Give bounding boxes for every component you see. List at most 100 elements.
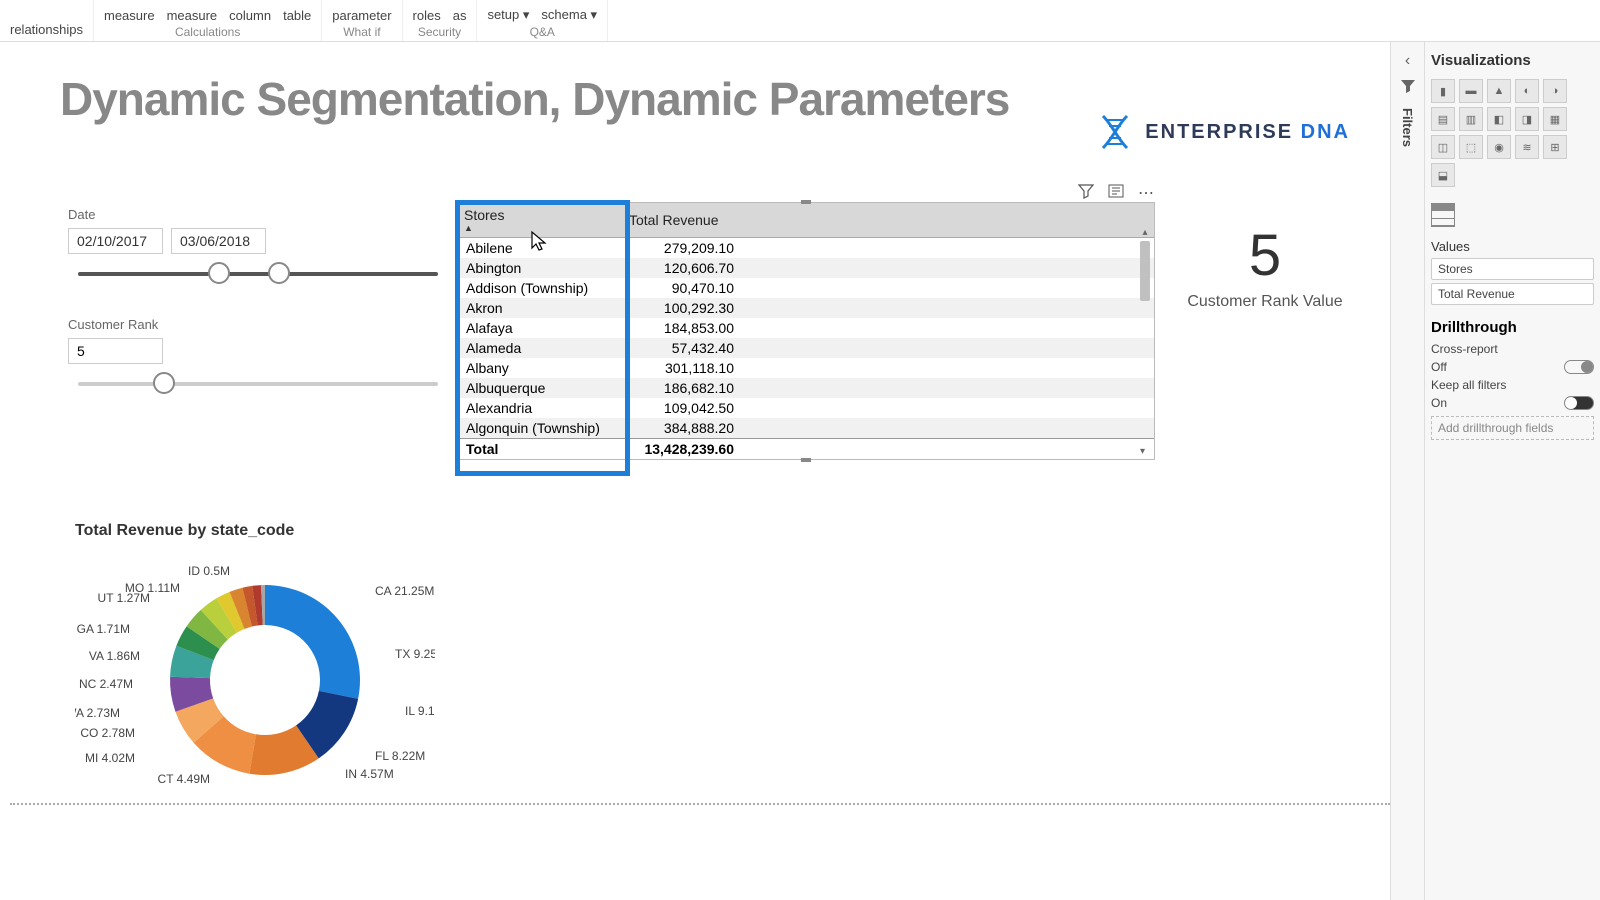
card-value: 5 <box>1180 222 1350 289</box>
off-label: Off <box>1431 360 1447 374</box>
filters-label: Filters <box>1400 108 1415 147</box>
date-to-input[interactable]: 03/06/2018 <box>171 228 266 254</box>
ribbon-column[interactable]: column <box>229 8 271 23</box>
field-well-stores[interactable]: Stores <box>1431 258 1594 280</box>
cross-report-toggle[interactable] <box>1564 360 1594 374</box>
ribbon-view-as[interactable]: as <box>453 8 467 23</box>
date-slider-track[interactable] <box>78 272 438 276</box>
donut-slice-label: MO 1.11M <box>125 581 180 595</box>
viz-type-icon[interactable]: ⬓ <box>1431 163 1455 187</box>
table-row[interactable]: Abilene279,209.10 <box>456 238 1154 259</box>
ribbon-roles[interactable]: roles <box>413 8 441 23</box>
viz-icon-grid: ▮▬▲◐◑ ▤▥◧◨▦ ◫⬚◉≋⊞ ⬓ <box>1431 79 1594 187</box>
viz-type-icon[interactable]: ⊞ <box>1543 135 1567 159</box>
fields-tab-icon[interactable] <box>1431 203 1455 227</box>
add-drill-fields[interactable]: Add drillthrough fields <box>1431 416 1594 440</box>
viz-type-icon[interactable]: ▮ <box>1431 79 1455 103</box>
viz-pane-title: Visualizations <box>1431 52 1594 69</box>
ribbon-relationships[interactable]: relationships <box>10 22 83 37</box>
ribbon-qa-setup[interactable]: setup ▾ <box>487 7 529 23</box>
ribbon-group-security: Security <box>418 25 461 39</box>
ribbon-parameter[interactable]: parameter <box>332 8 391 23</box>
donut-slice-label: MI 4.02M <box>85 751 135 765</box>
cross-report-label: Cross-report <box>1431 342 1498 356</box>
drillthrough-title: Drillthrough <box>1431 319 1594 336</box>
rank-slider-track[interactable] <box>78 382 438 386</box>
date-slider-thumb-from[interactable] <box>208 262 230 284</box>
keep-filters-toggle[interactable] <box>1564 396 1594 410</box>
donut-slice-label: CT 4.49M <box>158 772 210 786</box>
donut-slice-label: VA 1.86M <box>89 649 140 663</box>
viz-type-icon[interactable]: ▦ <box>1543 107 1567 131</box>
focus-mode-icon[interactable] <box>1108 183 1124 204</box>
viz-type-icon[interactable]: ◨ <box>1515 107 1539 131</box>
expand-filters-icon[interactable]: ‹ <box>1405 52 1410 70</box>
ribbon-quick-measure[interactable]: measure <box>167 8 218 23</box>
page-divider <box>10 803 1390 805</box>
viz-type-icon[interactable]: ◑ <box>1543 79 1567 103</box>
rank-slider-thumb[interactable] <box>153 372 175 394</box>
table-row[interactable]: Alameda57,432.40 <box>456 338 1154 358</box>
donut-chart[interactable]: Total Revenue by state_code CA 21.25MTX … <box>75 522 435 810</box>
ribbon-group-qa: Q&A <box>530 25 555 39</box>
table-scrollbar[interactable]: ▴ ▾ <box>1138 227 1152 457</box>
donut-slice-label: IL 9.19M <box>405 704 435 718</box>
viz-type-icon[interactable]: ◫ <box>1431 135 1455 159</box>
viz-type-icon[interactable]: ⬚ <box>1459 135 1483 159</box>
field-well-revenue[interactable]: Total Revenue <box>1431 283 1594 305</box>
viz-type-icon[interactable]: ◉ <box>1487 135 1511 159</box>
viz-type-icon[interactable]: ◧ <box>1487 107 1511 131</box>
resize-handle-bottom[interactable] <box>801 458 811 462</box>
visual-toolbar: ⋯ <box>1078 183 1154 204</box>
ribbon: relationships measure measure column tab… <box>0 0 1600 42</box>
donut-slice-label: CO 2.78M <box>80 726 135 740</box>
table-row[interactable]: Akron100,292.30 <box>456 298 1154 318</box>
ribbon-measure[interactable]: measure <box>104 8 155 23</box>
viz-type-icon[interactable]: ▥ <box>1459 107 1483 131</box>
donut-slice-label: GA 1.71M <box>77 622 130 636</box>
ribbon-group-whatif: What if <box>343 25 380 39</box>
more-options-icon[interactable]: ⋯ <box>1138 183 1154 204</box>
report-canvas[interactable]: Dynamic Segmentation, Dynamic Parameters… <box>0 42 1390 900</box>
table-row[interactable]: Algonquin (Township)384,888.20 <box>456 418 1154 439</box>
brand-text: ENTERPRISE DNA <box>1145 121 1350 144</box>
rank-card[interactable]: 5 Customer Rank Value <box>1180 222 1350 311</box>
rank-slicer-label: Customer Rank <box>68 317 438 332</box>
filter-icon[interactable] <box>1078 183 1094 204</box>
values-label: Values <box>1431 239 1594 254</box>
viz-type-icon[interactable]: ▬ <box>1459 79 1483 103</box>
donut-slice[interactable] <box>265 585 360 699</box>
brand-logo: ENTERPRISE DNA <box>1095 112 1350 152</box>
viz-type-icon[interactable]: ◐ <box>1515 79 1539 103</box>
table-row[interactable]: Addison (Township)90,470.10 <box>456 278 1154 298</box>
rank-input[interactable]: 5 <box>68 338 163 364</box>
viz-type-icon[interactable]: ▤ <box>1431 107 1455 131</box>
keep-filters-label: Keep all filters <box>1431 378 1506 392</box>
total-value: 13,428,239.60 <box>621 439 1154 460</box>
date-slicer[interactable]: Date 02/10/2017 03/06/2018 <box>68 207 438 276</box>
ribbon-table[interactable]: table <box>283 8 311 23</box>
col-header-revenue[interactable]: Total Revenue <box>621 203 1154 238</box>
table-row[interactable]: Alexandria109,042.50 <box>456 398 1154 418</box>
donut-slice-label: ID 0.5M <box>188 564 230 578</box>
scroll-down-icon[interactable]: ▾ <box>1140 446 1145 457</box>
rank-slicer[interactable]: Customer Rank 5 <box>68 317 438 386</box>
table-row[interactable]: Abington120,606.70 <box>456 258 1154 278</box>
card-label: Customer Rank Value <box>1180 293 1350 311</box>
viz-type-icon[interactable]: ≋ <box>1515 135 1539 159</box>
dna-icon <box>1095 112 1135 152</box>
viz-type-icon[interactable]: ▲ <box>1487 79 1511 103</box>
table-row[interactable]: Albany301,118.10 <box>456 358 1154 378</box>
ribbon-group-calculations: Calculations <box>175 25 240 39</box>
resize-handle-top[interactable] <box>801 200 811 204</box>
right-panes: ‹ Filters Visualizations ▮▬▲◐◑ ▤▥◧◨▦ ◫⬚◉≋⊞… <box>1390 42 1600 900</box>
ribbon-qa-schema[interactable]: schema ▾ <box>541 7 597 23</box>
date-from-input[interactable]: 02/10/2017 <box>68 228 163 254</box>
table-row[interactable]: Alafaya184,853.00 <box>456 318 1154 338</box>
date-slider-thumb-to[interactable] <box>268 262 290 284</box>
table-row[interactable]: Albuquerque186,682.10 <box>456 378 1154 398</box>
scroll-thumb[interactable] <box>1140 241 1150 301</box>
scroll-up-icon[interactable]: ▴ <box>1138 227 1152 238</box>
filters-pane-collapsed[interactable]: ‹ Filters <box>1391 42 1425 900</box>
stores-table-visual[interactable]: ⋯ Stores▲ Total Revenue Abilene279,209.1… <box>455 202 1155 460</box>
